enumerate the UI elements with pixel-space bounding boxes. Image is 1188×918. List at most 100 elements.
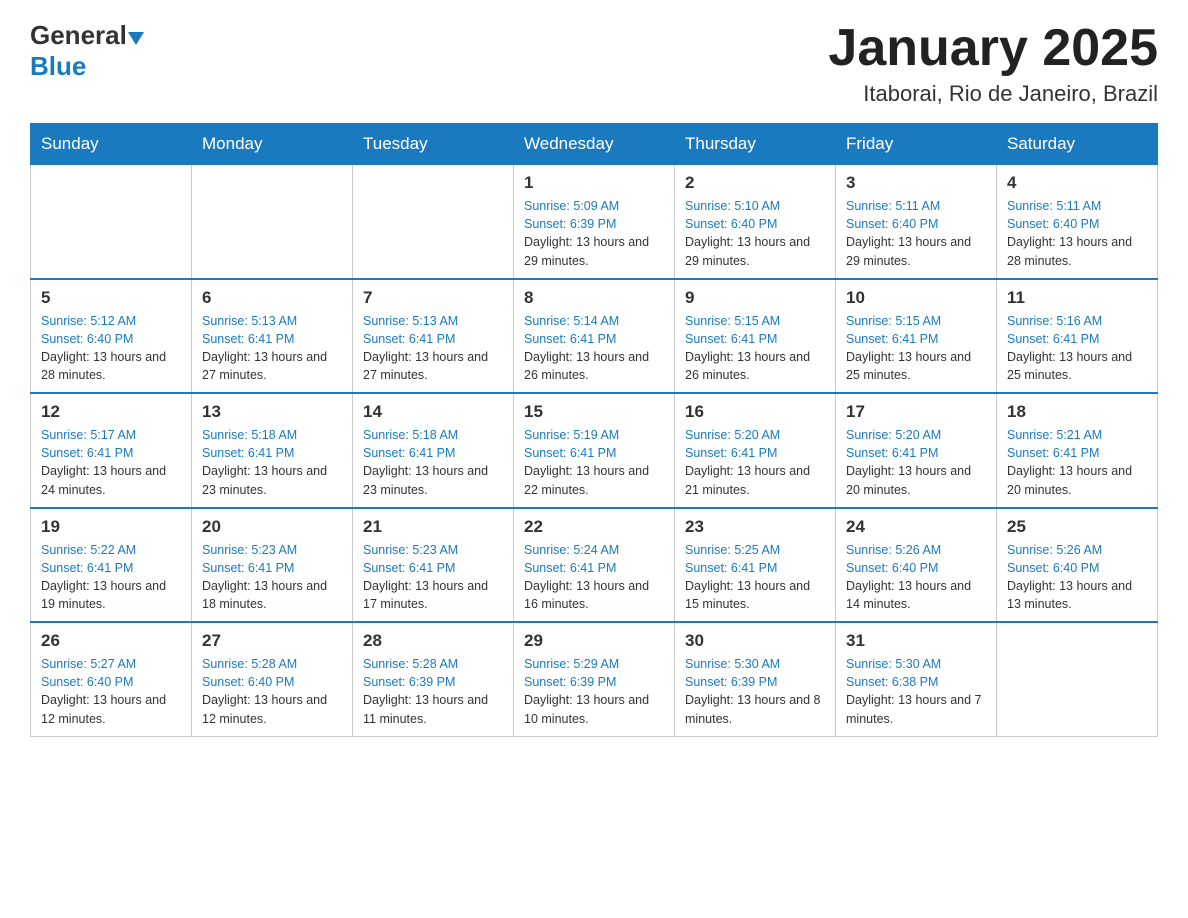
logo-arrow-icon	[128, 32, 144, 45]
sunrise-text: Sunrise: 5:20 AM	[685, 428, 780, 442]
daylight-text: Daylight: 13 hours and 10 minutes.	[524, 693, 649, 725]
calendar-cell: 6 Sunrise: 5:13 AMSunset: 6:41 PMDaylight…	[192, 279, 353, 394]
weekday-header-wednesday: Wednesday	[514, 124, 675, 165]
sunset-text: Sunset: 6:40 PM	[41, 675, 133, 689]
daylight-text: Daylight: 13 hours and 28 minutes.	[1007, 235, 1132, 267]
daylight-text: Daylight: 13 hours and 25 minutes.	[846, 350, 971, 382]
calendar-cell: 31 Sunrise: 5:30 AMSunset: 6:38 PMDayligh…	[836, 622, 997, 736]
sunset-text: Sunset: 6:41 PM	[524, 561, 616, 575]
sunset-text: Sunset: 6:41 PM	[685, 446, 777, 460]
calendar-cell: 21Sunrise: 5:23 AMSunset: 6:41 PMDayligh…	[353, 508, 514, 623]
calendar-cell: 30Sunrise: 5:30 AMSunset: 6:39 PMDayligh…	[675, 622, 836, 736]
calendar-cell: 24Sunrise: 5:26 AMSunset: 6:40 PMDayligh…	[836, 508, 997, 623]
sunset-text: Sunset: 6:40 PM	[685, 217, 777, 231]
sunset-text: Sunset: 6:40 PM	[1007, 217, 1099, 231]
sunrise-text: Sunrise: 5:26 AM	[1007, 543, 1102, 557]
sunset-text: Sunset: 6:40 PM	[41, 332, 133, 346]
sunset-text: Sunset: 6:39 PM	[524, 217, 616, 231]
sunrise-text: Sunrise: 5:09 AM	[524, 199, 619, 213]
sunrise-text: Sunrise: 5:10 AM	[685, 199, 780, 213]
day-info: Sunrise: 5:22 AMSunset: 6:41 PMDaylight:…	[41, 541, 181, 614]
sunrise-text: Sunrise: 5:17 AM	[41, 428, 136, 442]
sunset-text: Sunset: 6:41 PM	[363, 446, 455, 460]
sunset-text: Sunset: 6:39 PM	[685, 675, 777, 689]
day-number: 10	[846, 288, 986, 308]
calendar-cell: 7Sunrise: 5:13 AMSunset: 6:41 PMDaylight…	[353, 279, 514, 394]
day-number: 13	[202, 402, 342, 422]
day-info: Sunrise: 5:14 AMSunset: 6:41 PMDaylight:…	[524, 312, 664, 385]
day-info: Sunrise: 5:30 AMSunset: 6:38 PMDaylight:…	[846, 655, 986, 728]
day-info: Sunrise: 5:16 AMSunset: 6:41 PMDaylight:…	[1007, 312, 1147, 385]
sunset-text: Sunset: 6:41 PM	[524, 332, 616, 346]
weekday-header-thursday: Thursday	[675, 124, 836, 165]
location-text: Itaborai, Rio de Janeiro, Brazil	[828, 81, 1158, 107]
calendar-cell: 8Sunrise: 5:14 AMSunset: 6:41 PMDaylight…	[514, 279, 675, 394]
daylight-text: Daylight: 13 hours and 20 minutes.	[1007, 464, 1132, 496]
calendar-cell: 22Sunrise: 5:24 AMSunset: 6:41 PMDayligh…	[514, 508, 675, 623]
weekday-header-saturday: Saturday	[997, 124, 1158, 165]
day-info: Sunrise: 5:15 AMSunset: 6:41 PMDaylight:…	[685, 312, 825, 385]
day-info: Sunrise: 5:15 AMSunset: 6:41 PMDaylight:…	[846, 312, 986, 385]
day-number: 29	[524, 631, 664, 651]
sunset-text: Sunset: 6:41 PM	[202, 446, 294, 460]
daylight-text: Daylight: 13 hours and 12 minutes.	[41, 693, 166, 725]
day-number: 26	[41, 631, 181, 651]
sunrise-text: Sunrise: 5:15 AM	[685, 314, 780, 328]
daylight-text: Daylight: 13 hours and 22 minutes.	[524, 464, 649, 496]
day-number: 6	[202, 288, 342, 308]
day-info: Sunrise: 5:29 AMSunset: 6:39 PMDaylight:…	[524, 655, 664, 728]
day-number: 12	[41, 402, 181, 422]
sunrise-text: Sunrise: 5:11 AM	[846, 199, 940, 213]
day-info: Sunrise: 5:27 AMSunset: 6:40 PMDaylight:…	[41, 655, 181, 728]
day-number: 21	[363, 517, 503, 537]
daylight-text: Daylight: 13 hours and 29 minutes.	[685, 235, 810, 267]
sunset-text: Sunset: 6:39 PM	[363, 675, 455, 689]
calendar-cell: 14 Sunrise: 5:18 AMSunset: 6:41 PMDayligh…	[353, 393, 514, 508]
sunset-text: Sunset: 6:38 PM	[846, 675, 938, 689]
page-header: General Blue January 2025 Itaborai, Rio …	[30, 20, 1158, 107]
calendar-cell: 19 Sunrise: 5:22 AMSunset: 6:41 PMDayligh…	[31, 508, 192, 623]
calendar-cell	[31, 165, 192, 279]
day-number: 30	[685, 631, 825, 651]
sunrise-text: Sunrise: 5:24 AM	[524, 543, 619, 557]
daylight-text: Daylight: 13 hours and 8 minutes.	[685, 693, 821, 725]
sunrise-text: Sunrise: 5:13 AM	[363, 314, 458, 328]
day-number: 25	[1007, 517, 1147, 537]
sunset-text: Sunset: 6:41 PM	[846, 446, 938, 460]
daylight-text: Daylight: 13 hours and 23 minutes.	[363, 464, 488, 496]
sunset-text: Sunset: 6:39 PM	[524, 675, 616, 689]
day-number: 23	[685, 517, 825, 537]
daylight-text: Daylight: 13 hours and 15 minutes.	[685, 579, 810, 611]
day-info: Sunrise: 5:17 AM Sunset: 6:41 PM Daylight:…	[41, 426, 181, 499]
day-info: Sunrise: 5:18 AMSunset: 6:41 PMDaylight:…	[363, 426, 503, 499]
weekday-header-monday: Monday	[192, 124, 353, 165]
day-info: Sunrise: 5:20 AMSunset: 6:41 PMDaylight:…	[846, 426, 986, 499]
daylight-text: Daylight: 13 hours and 18 minutes.	[202, 579, 327, 611]
daylight-text: Daylight: 13 hours and 28 minutes.	[41, 350, 166, 382]
daylight-text: Daylight: 13 hours and 23 minutes.	[202, 464, 327, 496]
day-number: 19	[41, 517, 181, 537]
calendar-cell: 3Sunrise: 5:11 AMSunset: 6:40 PMDaylight…	[836, 165, 997, 279]
day-info: Sunrise: 5:28 AMSunset: 6:39 PMDaylight:…	[363, 655, 503, 728]
sunset-text: Sunset: 6:40 PM	[846, 561, 938, 575]
day-number: 14	[363, 402, 503, 422]
daylight-text: Daylight: 13 hours and 24 minutes.	[41, 464, 166, 496]
sunrise-text: Sunrise: 5:18 AM	[202, 428, 297, 442]
day-number: 18	[1007, 402, 1147, 422]
day-number: 31	[846, 631, 986, 651]
calendar-cell: 10 Sunrise: 5:15 AMSunset: 6:41 PMDayligh…	[836, 279, 997, 394]
day-info: Sunrise: 5:23 AMSunset: 6:41 PMDaylight:…	[202, 541, 342, 614]
sunset-text: Sunset: 6:41 PM	[41, 446, 133, 460]
sunset-text: Sunset: 6:40 PM	[846, 217, 938, 231]
sunset-text: Sunset: 6:41 PM	[685, 332, 777, 346]
day-info: Sunrise: 5:13 AMSunset: 6:41 PMDaylight:…	[202, 312, 342, 385]
sunset-text: Sunset: 6:41 PM	[41, 561, 133, 575]
day-info: Sunrise: 5:11 AMSunset: 6:40 PMDaylight:…	[1007, 197, 1147, 270]
sunrise-text: Sunrise: 5:26 AM	[846, 543, 941, 557]
day-info: Sunrise: 5:20 AMSunset: 6:41 PMDaylight:…	[685, 426, 825, 499]
daylight-text: Daylight: 13 hours and 17 minutes.	[363, 579, 488, 611]
sunrise-text: Sunrise: 5:23 AM	[202, 543, 297, 557]
sunset-text: Sunset: 6:40 PM	[1007, 561, 1099, 575]
weekday-header-tuesday: Tuesday	[353, 124, 514, 165]
calendar-cell	[192, 165, 353, 279]
